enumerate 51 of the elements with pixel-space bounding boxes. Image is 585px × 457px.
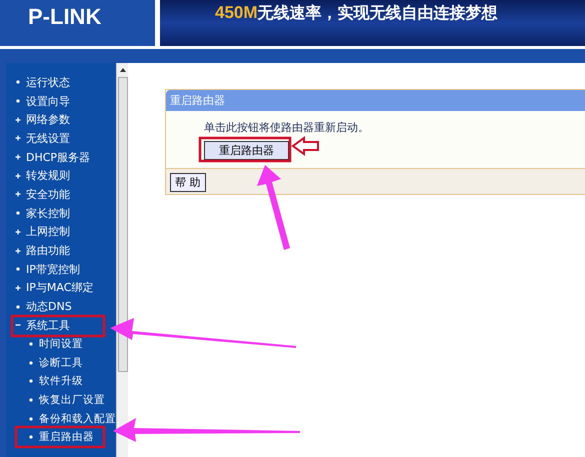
plus-icon[interactable] — [15, 154, 21, 160]
bullet-icon — [28, 434, 34, 440]
menu-item[interactable]: 系统工具 — [26, 318, 70, 333]
panel-title: 重启路由器 — [166, 90, 585, 111]
menu-item[interactable]: 设置向导 — [26, 94, 70, 109]
plus-icon[interactable] — [15, 191, 21, 198]
submenu-item[interactable]: 重启路由器 — [39, 430, 94, 444]
bullet-icon — [15, 79, 21, 86]
submenu-item[interactable]: 备份和载入配置 — [39, 412, 116, 426]
menu-item[interactable]: 家长控制 — [26, 206, 70, 221]
menu-item[interactable]: 动态DNS — [26, 299, 72, 314]
menu-item[interactable]: DHCP服务器 — [26, 150, 90, 165]
menu-item[interactable]: IP与MAC绑定 — [26, 280, 94, 296]
scroll-up-icon[interactable] — [118, 67, 126, 73]
menu-item[interactable]: 无线设置 — [26, 130, 70, 146]
restart-button[interactable]: 重启路由器 — [204, 141, 289, 160]
bullet-icon — [15, 98, 21, 104]
bullet-icon — [28, 378, 34, 384]
plus-icon[interactable] — [15, 116, 21, 123]
plus-icon[interactable] — [15, 284, 21, 291]
menu-item[interactable]: 上网控制 — [26, 224, 70, 240]
submenu-item[interactable]: 恢复出厂设置 — [39, 393, 105, 408]
minus-icon[interactable] — [15, 322, 21, 328]
slogan-text: 无线速率，实现无线自由连接梦想 — [258, 3, 498, 24]
menu-item[interactable]: 运行状态 — [26, 74, 70, 90]
menu-item[interactable]: 网络参数 — [26, 112, 70, 128]
menu-item[interactable]: 安全功能 — [26, 186, 70, 202]
bullet-icon — [28, 340, 34, 347]
message-text: 单击此按钮将使路由器重新启动。 — [204, 120, 369, 135]
plus-icon[interactable] — [15, 172, 21, 179]
logo-text: P-LINK — [28, 4, 102, 30]
scroll-thumb[interactable] — [118, 77, 128, 372]
plus-icon[interactable] — [15, 135, 21, 142]
submenu-item[interactable]: 时间设置 — [39, 336, 83, 351]
bullet-icon — [15, 304, 21, 310]
scrollbar[interactable] — [116, 63, 128, 457]
plus-icon[interactable] — [15, 228, 21, 235]
menu-item[interactable]: 转发规则 — [26, 168, 70, 184]
bullet-icon — [15, 266, 21, 272]
help-button[interactable]: 帮 助 — [170, 173, 206, 192]
bullet-icon — [15, 210, 21, 216]
plus-icon[interactable] — [15, 248, 21, 254]
outline-arrow-drawing — [291, 136, 319, 156]
bullet-icon — [28, 397, 34, 404]
bullet-icon — [28, 416, 34, 422]
menu-item[interactable]: IP带宽控制 — [26, 262, 80, 277]
slogan-speed: 450M — [215, 3, 258, 23]
submenu-item[interactable]: 软件升级 — [39, 374, 83, 388]
submenu-item[interactable]: 诊断工具 — [39, 356, 83, 370]
menu-item[interactable]: 路由功能 — [26, 243, 70, 258]
bullet-icon — [28, 360, 34, 366]
